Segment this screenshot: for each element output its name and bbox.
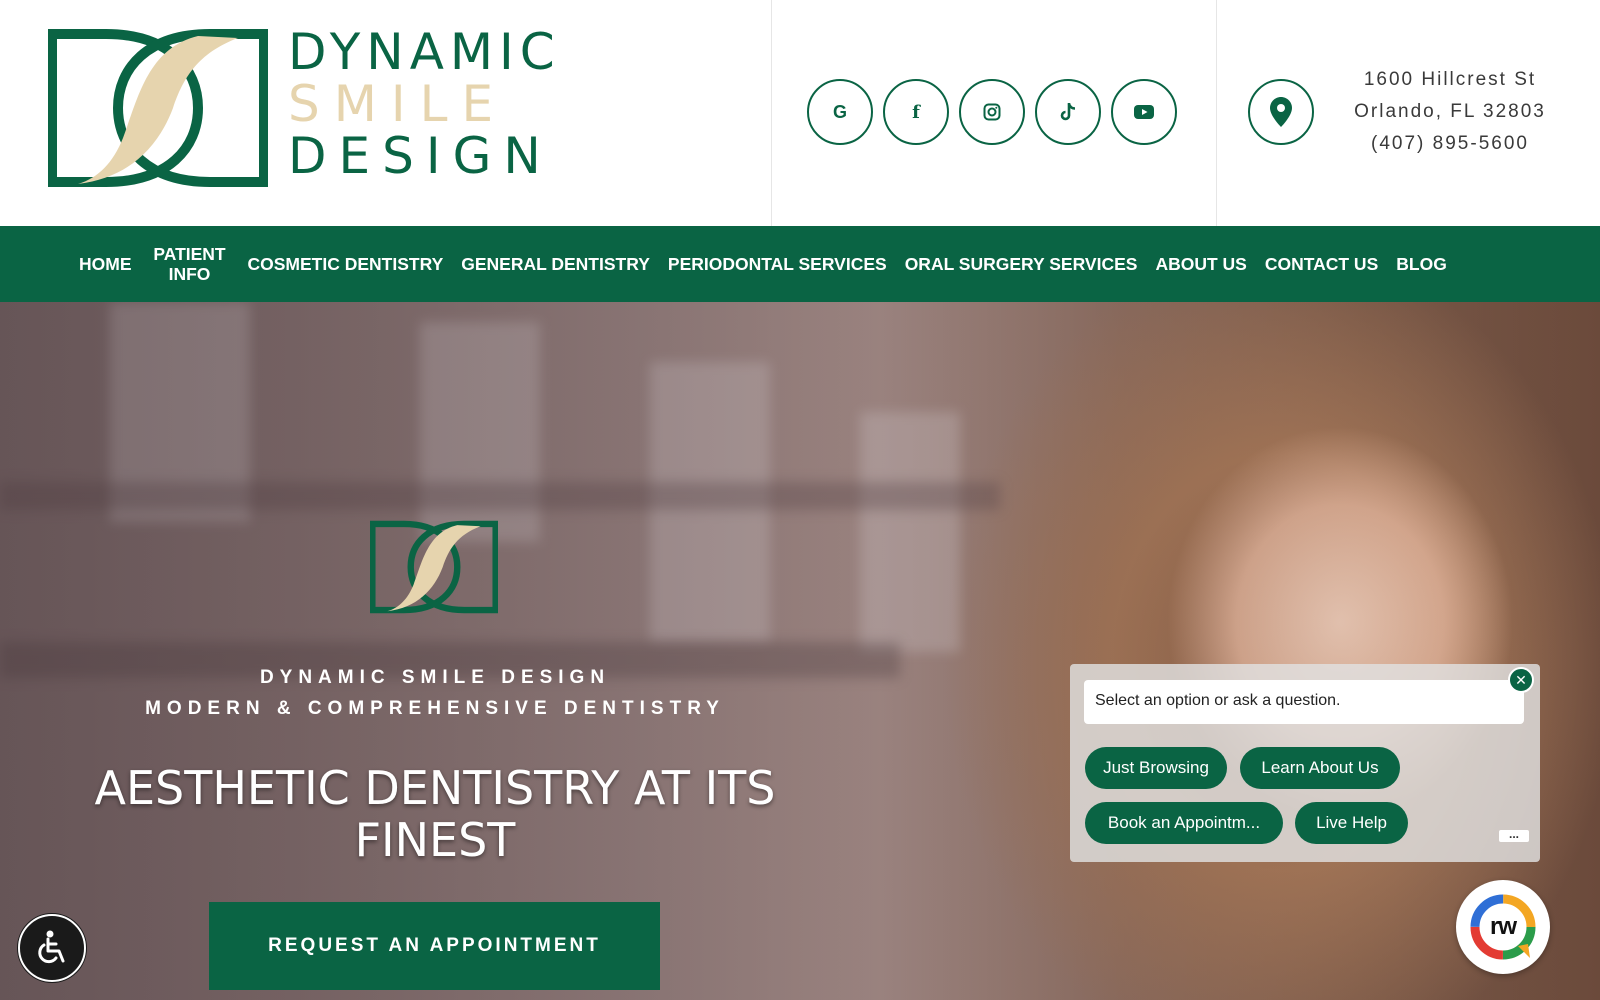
- hero-title: AESTHETIC DENTISTRY AT ITS FINEST: [94, 761, 776, 867]
- nav-cosmetic-dentistry[interactable]: COSMETIC DENTISTRY: [239, 254, 453, 274]
- map-pin-icon: [1270, 97, 1292, 127]
- wheelchair-icon: [38, 930, 65, 964]
- logo-line-1: DYNAMIC: [288, 23, 561, 81]
- address-street[interactable]: 1600 Hillcrest St: [1330, 64, 1570, 96]
- chat-close-button[interactable]: ✕: [1508, 667, 1534, 693]
- chat-more-button[interactable]: ...: [1499, 827, 1529, 842]
- logo-wordmark: DYNAMIC SMILE DESIGN: [288, 26, 561, 182]
- nav-contact-us[interactable]: CONTACT US: [1256, 254, 1387, 274]
- nav-oral-surgery-services[interactable]: ORAL SURGERY SERVICES: [896, 254, 1147, 274]
- hero-subtitle-line-2: MODERN & COMPREHENSIVE DENTISTRY: [145, 698, 725, 719]
- nav-general-dentistry[interactable]: GENERAL DENTISTRY: [452, 254, 659, 274]
- nav-blog[interactable]: BLOG: [1387, 254, 1456, 274]
- hero-section: DYNAMIC SMILE DESIGN MODERN & COMPREHENS…: [0, 302, 1600, 1000]
- close-icon: ✕: [1515, 671, 1527, 688]
- nav-home[interactable]: HOME: [70, 254, 141, 274]
- tiktok-icon: [1060, 103, 1076, 121]
- logo-line-2: SMILE: [288, 75, 508, 133]
- location-link[interactable]: [1248, 79, 1314, 145]
- logo-mark-icon: [48, 29, 268, 187]
- chat-widget: Select an option or ask a question. ✕ Ju…: [1070, 664, 1540, 862]
- phone-number[interactable]: (407) 895-5600: [1330, 128, 1570, 160]
- chat-launcher-button[interactable]: rw: [1456, 880, 1550, 974]
- contact-address: 1600 Hillcrest St Orlando, FL 32803 (407…: [1330, 64, 1570, 160]
- more-dots-icon: ...: [1508, 827, 1519, 841]
- header-divider: [1216, 0, 1217, 226]
- nav-about-us[interactable]: ABOUT US: [1146, 254, 1255, 274]
- chat-option-book-appointment[interactable]: Book an Appointm...: [1085, 802, 1283, 844]
- accessibility-button[interactable]: [18, 914, 86, 982]
- facebook-icon: f: [912, 101, 920, 123]
- facebook-link[interactable]: f: [883, 79, 949, 145]
- nav-patient-info[interactable]: PATIENT INFO: [141, 244, 239, 284]
- google-link[interactable]: G: [807, 79, 873, 145]
- chat-question-input[interactable]: Select an option or ask a question.: [1084, 680, 1524, 724]
- nav-periodontal-services[interactable]: PERIODONTAL SERVICES: [659, 254, 896, 274]
- social-links: G f: [807, 79, 1177, 145]
- chat-option-live-help[interactable]: Live Help: [1295, 802, 1408, 844]
- hero-logo-mark-icon: [370, 520, 498, 614]
- chat-option-just-browsing[interactable]: Just Browsing: [1085, 747, 1227, 789]
- hero-subtitle-line-1: DYNAMIC SMILE DESIGN: [259, 667, 611, 688]
- instagram-link[interactable]: [959, 79, 1025, 145]
- tiktok-link[interactable]: [1035, 79, 1101, 145]
- request-appointment-button[interactable]: REQUEST AN APPOINTMENT: [209, 902, 660, 990]
- site-logo[interactable]: DYNAMIC SMILE DESIGN: [48, 26, 558, 188]
- address-city[interactable]: Orlando, FL 32803: [1330, 96, 1570, 128]
- google-icon: G: [832, 101, 847, 122]
- header-divider: [771, 0, 772, 226]
- instagram-icon: [983, 103, 1001, 121]
- youtube-link[interactable]: [1111, 79, 1177, 145]
- logo-line-3: DESIGN: [288, 127, 553, 185]
- hero-overlay: [0, 302, 1600, 1000]
- main-nav: HOME PATIENT INFO COSMETIC DENTISTRY GEN…: [0, 226, 1600, 302]
- chat-option-learn-about-us[interactable]: Learn About Us: [1240, 747, 1400, 789]
- hero-subtitle: DYNAMIC SMILE DESIGN MODERN & COMPREHENS…: [0, 662, 870, 724]
- youtube-icon: [1134, 105, 1154, 119]
- site-header: DYNAMIC SMILE DESIGN G f 1600 Hillcrest …: [0, 0, 1600, 226]
- rw-badge-text: rw: [1489, 913, 1517, 940]
